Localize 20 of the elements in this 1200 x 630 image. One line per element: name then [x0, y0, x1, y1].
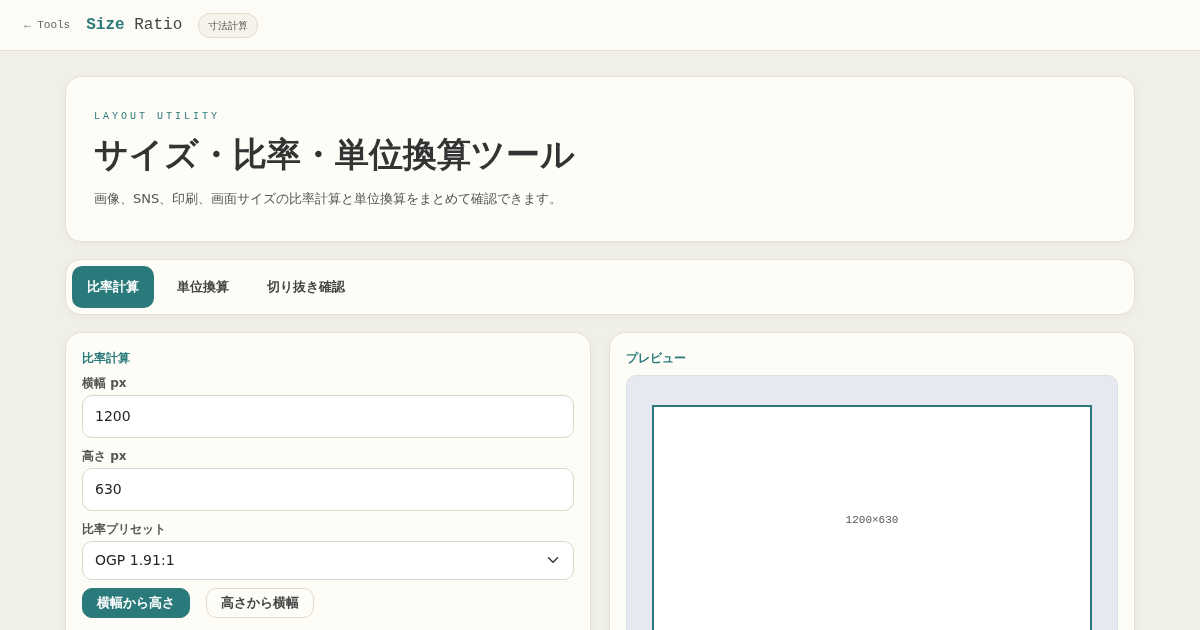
- back-link[interactable]: ← Tools: [24, 16, 71, 34]
- panel-title: プレビュー: [626, 349, 687, 367]
- input-field[interactable]: 630: [82, 467, 574, 511]
- preset-dropdown[interactable]: OGP 1.91:1: [82, 540, 574, 580]
- category-badge: 寸法計算: [198, 12, 259, 38]
- tab[interactable]: 切り抜き確認: [252, 266, 360, 308]
- field-label: 横幅 px: [82, 374, 128, 391]
- panel-title: 比率計算: [82, 349, 131, 367]
- page-description: 画像、SNS、印刷、画面サイズの比率計算と単位換算をまとめて確認できます。: [94, 189, 564, 208]
- eyebrow-text: LAYOUT UTILITY: [94, 110, 221, 124]
- field-label: 比率プリセット: [82, 520, 167, 537]
- input-field[interactable]: 1200: [82, 394, 574, 438]
- brand-logo: Size Ratio: [86, 15, 183, 36]
- dimension-label: 1200×630: [845, 513, 899, 529]
- field-label: 高さ px: [82, 447, 128, 464]
- action-button[interactable]: 高さから横幅: [206, 587, 314, 618]
- action-button[interactable]: 横幅から高さ: [82, 587, 190, 618]
- tab[interactable]: 単位換算: [162, 266, 244, 308]
- page-title: サイズ・比率・単位換算ツール: [94, 134, 576, 175]
- tab[interactable]: 比率計算: [72, 266, 154, 308]
